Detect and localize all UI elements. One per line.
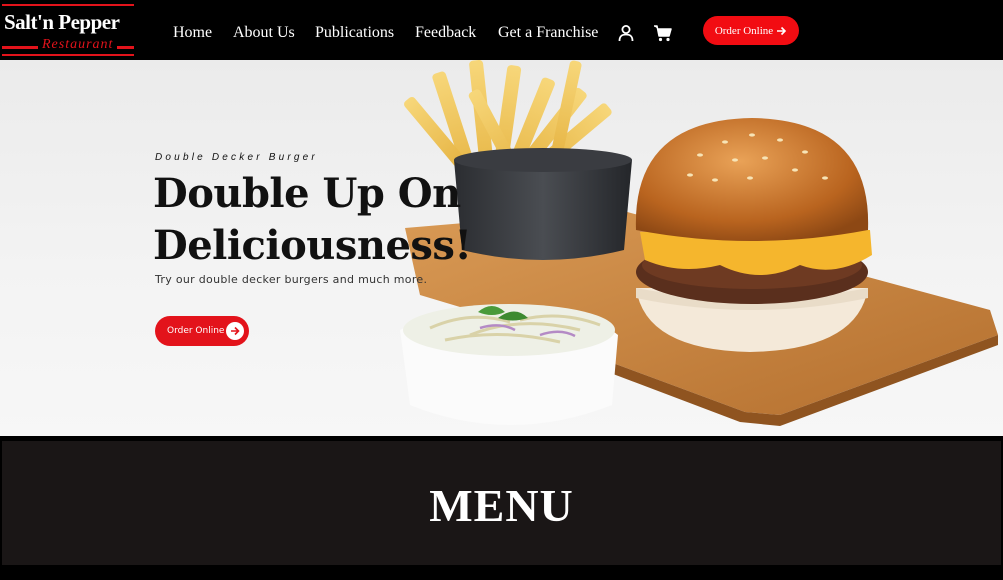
hero-order-online-label: Order Online (167, 326, 225, 336)
hero-title: Double Up On Deliciousness! (153, 168, 473, 272)
nav-franchise-link[interactable]: Get a Franchise (498, 24, 598, 42)
hero-kicker: Double Decker Burger (155, 152, 318, 163)
hero-title-line1: Double Up On (153, 170, 461, 217)
brand-logo[interactable]: Salt'n Pepper Restaurant (2, 4, 134, 56)
arrow-right-icon (777, 26, 787, 35)
nav-order-online-label: Order Online (714, 24, 774, 37)
logo-bottom-rule (2, 54, 134, 56)
cart-icon[interactable] (653, 24, 672, 42)
nav-feedback-link[interactable]: Feedback (415, 24, 476, 42)
hero-description: Try our double decker burgers and much m… (155, 273, 428, 286)
hero-order-online-button[interactable]: Order Online (155, 316, 249, 346)
logo-top-rule (2, 4, 134, 6)
user-icon[interactable] (617, 24, 635, 42)
hero-food-image (400, 60, 998, 426)
hero-title-line2: Deliciousness! (153, 222, 472, 269)
nav-order-online-button[interactable]: Order Online (703, 16, 799, 45)
nav-about-link[interactable]: About Us (233, 24, 295, 42)
nav-publications-link[interactable]: Publications (315, 24, 394, 42)
menu-heading: MENU (429, 480, 574, 531)
menu-section: MENU (2, 441, 1001, 565)
top-navbar: Salt'n Pepper Restaurant Home About Us P… (0, 0, 1003, 60)
hero-banner: Double Decker Burger Double Up On Delici… (0, 60, 1003, 436)
logo-brand-name: Salt'n Pepper (4, 10, 120, 34)
arrow-right-icon (226, 322, 244, 340)
nav-home-link[interactable]: Home (173, 24, 212, 42)
logo-tagline: Restaurant (38, 37, 118, 53)
